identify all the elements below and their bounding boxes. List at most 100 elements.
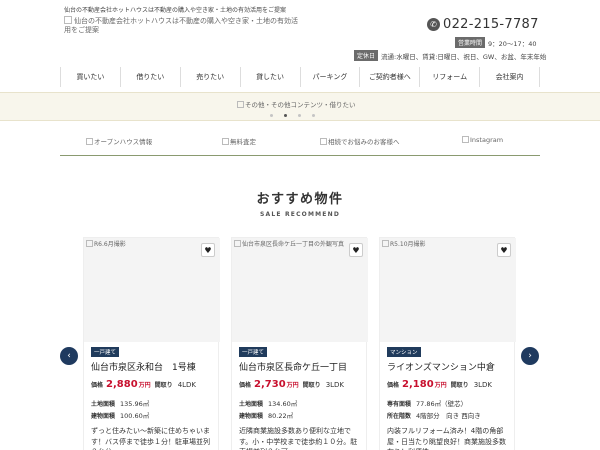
slider-image[interactable]: その他・その他コンテンツ・借りたい xyxy=(237,99,356,109)
logo-alt-text: 仙台の不動産会社ホットハウスは不動産の購入や空き家・土地の有効活用をご提案 xyxy=(64,17,298,34)
nav-item-lease[interactable]: 貸したい xyxy=(239,67,300,87)
banner-inheritance[interactable]: 相続でお悩みのお客様へ xyxy=(320,136,400,146)
property-card[interactable]: R6.6月撮影 ♥ 一戸建て 仙台市泉区永和台 1号棟 価格 2,880 万円 … xyxy=(83,237,220,450)
banner-alt: Instagram xyxy=(470,136,504,144)
property-photo[interactable]: R5.10月撮影 ♥ xyxy=(380,238,516,342)
slider-dot[interactable] xyxy=(312,114,315,117)
closed-days: 定休日 流通:水曜日、賃貸:日曜日、祝日、GW、お盆、年末年始 xyxy=(354,50,546,61)
hero-slider: その他・その他コンテンツ・借りたい xyxy=(0,92,600,121)
spec-value: 135.96㎡ xyxy=(120,400,150,408)
banner-free-appraisal[interactable]: 無料査定 xyxy=(222,136,256,146)
price-row: 価格 2,180 万円 間取り 3LDK xyxy=(387,379,492,390)
spec-row: 所在階数 4階部分 向き 西向き xyxy=(387,410,481,420)
layout-label: 間取り xyxy=(450,382,469,389)
broken-image-icon xyxy=(222,138,229,145)
layout-value: 4LDK xyxy=(177,381,197,389)
slider-dot[interactable] xyxy=(298,114,301,117)
spec-value: 100.60㎡ xyxy=(120,412,150,420)
spec-value: 80.22㎡ xyxy=(268,412,294,420)
property-description: 近隣商業施設多数あり便利な立地です。小・中学校まで徒歩約１０分。駐車場並列２台可 xyxy=(239,427,358,450)
photo-alt-text: R5.10月撮影 xyxy=(390,241,426,248)
spec-row: 専有面積 77.86㎡（壁芯） xyxy=(387,398,467,408)
price-label: 価格 xyxy=(91,382,104,389)
price-label: 価格 xyxy=(387,382,400,389)
property-type-badge: 一戸建て xyxy=(239,347,268,357)
carousel-next-button[interactable]: › xyxy=(521,347,539,365)
chevron-left-icon: ‹ xyxy=(67,351,71,361)
broken-image-icon xyxy=(86,138,93,145)
hours-value: 9：20～17：40 xyxy=(488,39,537,48)
favorite-heart-icon[interactable]: ♥ xyxy=(201,243,215,257)
phone-icon: ✆ xyxy=(427,18,440,31)
property-card[interactable]: 仙台市泉区長命ケ丘一丁目の外観写真 ♥ 一戸建て 仙台市泉区長命ケ丘一丁目 価格… xyxy=(231,237,368,450)
business-hours: 営業時間 9：20～17：40 xyxy=(455,37,536,48)
price-value: 2,730 xyxy=(254,379,286,390)
phone-number[interactable]: 022-215-7787 xyxy=(443,17,539,32)
slider-image-alt: その他・その他コンテンツ・借りたい xyxy=(245,101,356,109)
property-card[interactable]: R5.10月撮影 ♥ マンション ライオンズマンション中倉 価格 2,180 万… xyxy=(379,237,516,450)
slider-dot-active[interactable] xyxy=(284,114,287,117)
site-tagline: 仙台の不動産会社ホットハウスは不動産の購入や空き家・土地の有効活用をご提案 xyxy=(64,7,287,14)
banner-open-house[interactable]: オープンハウス情報 xyxy=(86,136,152,146)
price-unit: 万円 xyxy=(434,382,447,389)
nav-item-contractors[interactable]: ご契約者様へ xyxy=(359,67,419,87)
spec-label: 建物面積 xyxy=(239,413,264,420)
carousel-prev-button[interactable]: ‹ xyxy=(60,347,78,365)
property-type-badge: 一戸建て xyxy=(91,347,120,357)
banner-alt: 無料査定 xyxy=(230,138,256,146)
spec-row: 土地面積 134.60㎡ xyxy=(239,398,297,408)
broken-image-icon xyxy=(234,240,241,247)
site-logo[interactable]: 仙台の不動産会社ホットハウスは不動産の購入や空き家・土地の有効活用をご提案 xyxy=(64,16,304,35)
spec-label: 専有面積 xyxy=(387,401,412,408)
property-title[interactable]: 仙台市泉区永和台 1号棟 xyxy=(91,360,196,373)
property-title[interactable]: ライオンズマンション中倉 xyxy=(387,360,495,373)
photo-alt-text: R6.6月撮影 xyxy=(94,241,126,248)
spec-value: 134.60㎡ xyxy=(268,400,298,408)
price-unit: 万円 xyxy=(138,382,151,389)
layout-value: 3LDK xyxy=(473,381,493,389)
global-nav: 買いたい 借りたい 売りたい 貸したい パーキング ご契約者様へ リフォーム 会… xyxy=(60,67,540,87)
nav-item-buy[interactable]: 買いたい xyxy=(60,67,120,87)
price-row: 価格 2,730 万円 間取り 3LDK xyxy=(239,379,344,390)
broken-image-icon xyxy=(382,240,389,247)
phone-contact[interactable]: ✆ 022-215-7787 xyxy=(427,17,539,32)
banner-row: オープンハウス情報 無料査定 相続でお悩みのお客様へ Instagram xyxy=(60,128,540,156)
property-title[interactable]: 仙台市泉区長命ケ丘一丁目 xyxy=(239,360,347,373)
banner-alt: オープンハウス情報 xyxy=(94,138,153,146)
spec-row: 建物面積 80.22㎡ xyxy=(239,410,293,420)
price-unit: 万円 xyxy=(286,382,299,389)
spec-value: 77.86㎡（壁芯） xyxy=(416,400,468,408)
broken-image-icon xyxy=(320,138,327,145)
nav-item-sell[interactable]: 売りたい xyxy=(179,67,240,87)
broken-image-icon xyxy=(86,240,93,247)
banner-instagram[interactable]: Instagram xyxy=(462,136,503,144)
spec-row: 土地面積 135.96㎡ xyxy=(91,398,149,408)
broken-image-icon xyxy=(237,101,244,108)
nav-item-parking[interactable]: パーキング xyxy=(299,67,360,87)
section-subtitle: SALE RECOMMEND xyxy=(259,211,341,218)
slider-dots xyxy=(270,114,326,117)
favorite-heart-icon[interactable]: ♥ xyxy=(497,243,511,257)
nav-item-rent[interactable]: 借りたい xyxy=(119,67,180,87)
chevron-right-icon: › xyxy=(528,351,532,361)
nav-item-company[interactable]: 会社案内 xyxy=(479,67,540,87)
property-description: ずっと住みたい〜新築に住めちゃいます！バス停まで徒歩１分！駐車場並列２台分 xyxy=(91,427,210,450)
price-value: 2,880 xyxy=(106,379,138,390)
banner-alt: 相続でお悩みのお客様へ xyxy=(328,138,400,146)
photo-alt-text: 仙台市泉区長命ケ丘一丁目の外観写真 xyxy=(242,241,345,248)
nav-item-reform[interactable]: リフォーム xyxy=(419,67,479,87)
broken-image-icon xyxy=(64,16,72,24)
spec-label: 土地面積 xyxy=(239,401,264,408)
property-description: 内装フルリフォーム済み！4階の角部屋・日当たり眺望良好！商業施設多数有り！利便性 xyxy=(387,427,506,450)
favorite-heart-icon[interactable]: ♥ xyxy=(349,243,363,257)
slider-dot[interactable] xyxy=(270,114,273,117)
layout-value: 3LDK xyxy=(325,381,345,389)
price-label: 価格 xyxy=(239,382,252,389)
hours-label: 営業時間 xyxy=(455,37,486,48)
property-photo[interactable]: 仙台市泉区長命ケ丘一丁目の外観写真 ♥ xyxy=(232,238,368,342)
closed-value: 流通:水曜日、賃貸:日曜日、祝日、GW、お盆、年末年始 xyxy=(381,52,547,61)
property-photo[interactable]: R6.6月撮影 ♥ xyxy=(84,238,220,342)
closed-label: 定休日 xyxy=(354,50,379,61)
spec-label: 所在階数 xyxy=(387,413,412,420)
price-value: 2,180 xyxy=(402,379,434,390)
